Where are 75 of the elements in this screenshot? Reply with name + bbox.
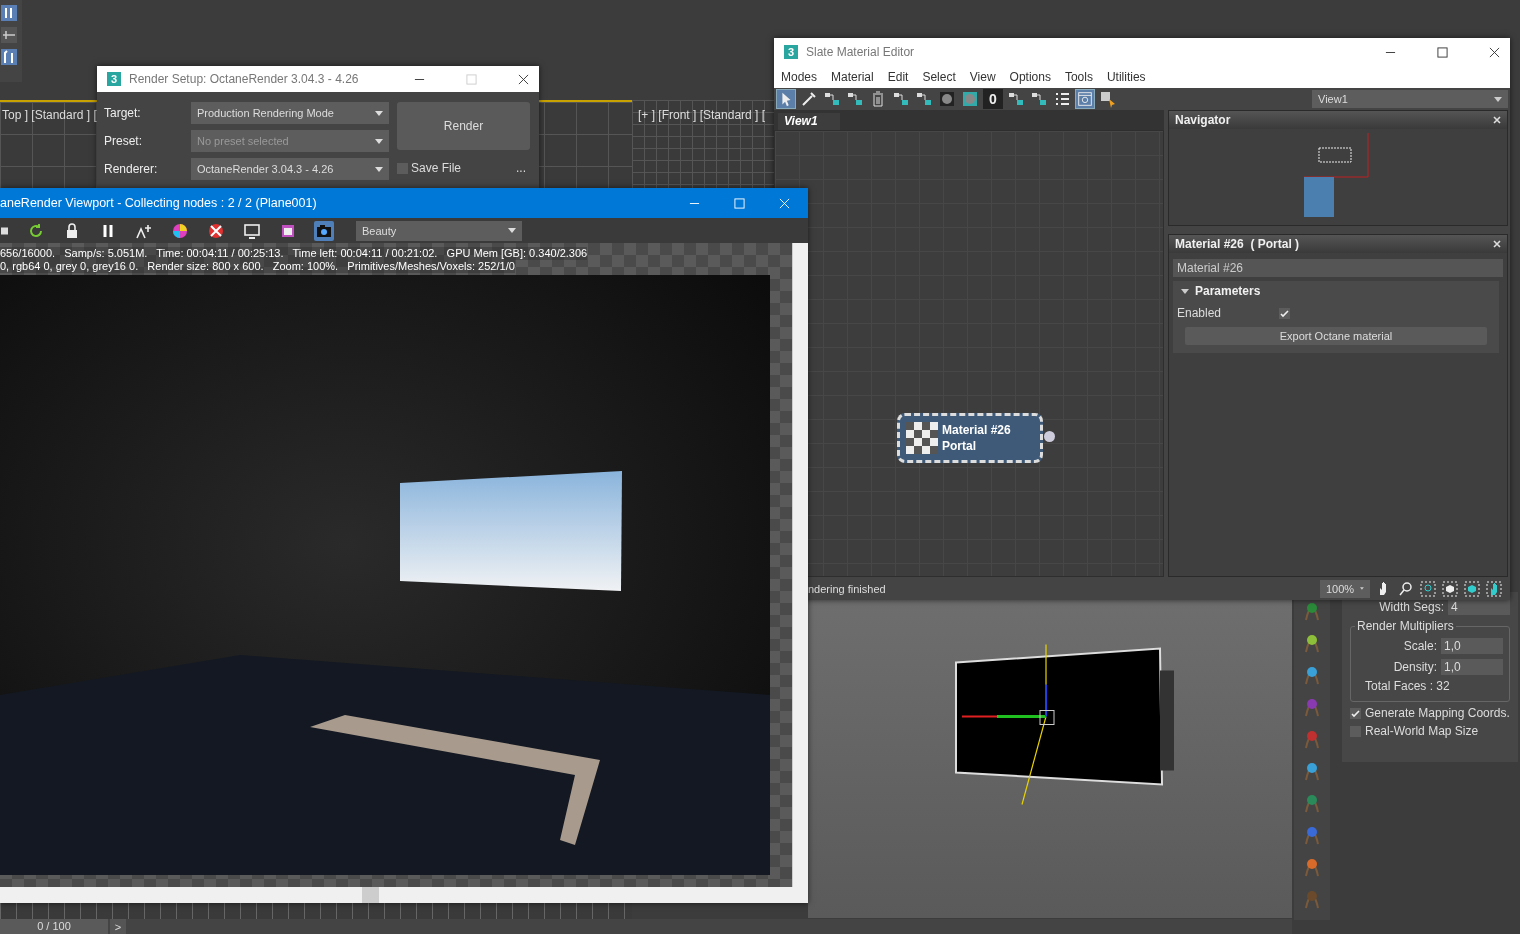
rollout-toggle-icon[interactable] bbox=[1181, 287, 1189, 295]
node-name: Material #26 bbox=[942, 422, 1011, 438]
render-button[interactable]: Render bbox=[397, 102, 530, 150]
cube-frame-icon[interactable] bbox=[1442, 580, 1458, 597]
enabled-checkbox[interactable] bbox=[1279, 307, 1291, 319]
toolbar-button[interactable]: 0 bbox=[983, 89, 1003, 109]
field-label: Renderer: bbox=[104, 162, 159, 176]
checkbox[interactable] bbox=[1350, 707, 1361, 719]
app-icon: 3 bbox=[784, 45, 798, 59]
zoom-region-icon[interactable] bbox=[1420, 580, 1436, 597]
checkbox-label: Generate Mapping Coords. bbox=[1365, 706, 1510, 720]
search-icon[interactable] bbox=[1398, 580, 1414, 597]
rollout-title[interactable]: Parameters bbox=[1195, 284, 1261, 298]
panel-title: Navigator bbox=[1175, 113, 1231, 127]
menu-item[interactable]: Select bbox=[922, 70, 963, 84]
render-stats-text: 656/16000. Samp/s: 5.051M. Time: 00:04:11 / 00:25:13. Time left: 00:04:11 / 00:21:02. GPU Mem [GB]: 0.340/2.306 bbox=[0, 247, 588, 260]
zoom-dropdown[interactable]: 100% bbox=[1320, 579, 1370, 598]
caret-icon bbox=[375, 166, 383, 172]
caret-icon bbox=[375, 138, 383, 144]
viewport-label: Top ] [Standard ] [ bbox=[2, 108, 97, 122]
caret-icon bbox=[508, 228, 516, 233]
save-file-label: Save File bbox=[411, 161, 462, 175]
close-icon[interactable] bbox=[518, 73, 529, 85]
vertical-scrollbar[interactable] bbox=[792, 243, 808, 887]
enabled-label: Enabled bbox=[1177, 306, 1222, 320]
window-title: Slate Material Editor bbox=[806, 45, 915, 59]
spinner-label: Scale: bbox=[1403, 639, 1437, 653]
group-title: Render Multipliers bbox=[1355, 619, 1456, 633]
material-name-field[interactable]: Material #26 bbox=[1173, 259, 1503, 277]
more-button[interactable]: ... bbox=[512, 161, 530, 175]
status-text: ndering finished bbox=[807, 582, 886, 595]
render-pass-dropdown[interactable]: Beauty bbox=[356, 220, 522, 241]
width-segs-label: Width Segs: bbox=[1379, 600, 1444, 614]
dropdown[interactable]: OctaneRender 3.04.3 - 4.26 bbox=[191, 158, 389, 180]
caret-icon bbox=[1494, 96, 1502, 102]
window-title: Render Setup: OctaneRender 3.04.3 - 4.26 bbox=[129, 72, 359, 86]
output-port[interactable] bbox=[1044, 431, 1055, 442]
menu-item[interactable]: Modes bbox=[781, 70, 825, 84]
window-title: aneRender Viewport - Collecting nodes : 2 / 2 (Plane001) bbox=[0, 196, 317, 210]
render-stats-text: 0, rgb64 0, grey 0, grey16 0. Render size: 800 x 600. Zoom: 100%. Primitives/Meshes/Voxels: 252/1/0 bbox=[0, 260, 515, 273]
total-faces-text: Total Faces : 32 bbox=[1364, 679, 1451, 695]
menu-item[interactable]: Edit bbox=[887, 70, 916, 84]
checker-icon[interactable] bbox=[937, 89, 957, 109]
app-icon: 3 bbox=[107, 72, 121, 86]
checker-thumbnail-icon bbox=[906, 422, 938, 454]
spinner-field[interactable]: 1,0 bbox=[1441, 638, 1503, 654]
material-node[interactable]: Material #26 Portal bbox=[897, 413, 1043, 463]
field-label: Preset: bbox=[104, 134, 143, 148]
menu-item[interactable]: Utilities bbox=[1106, 70, 1153, 84]
dropdown[interactable]: Production Rendering Mode bbox=[191, 102, 389, 124]
menu-item[interactable]: Tools bbox=[1064, 70, 1100, 84]
viewport-label: [+ ] [Front ] [Standard ] [ bbox=[638, 108, 766, 122]
caret-icon bbox=[375, 110, 383, 116]
save-file-checkbox[interactable] bbox=[397, 162, 408, 174]
checkbox-label: Real-World Map Size bbox=[1365, 724, 1479, 738]
camera-icon[interactable] bbox=[314, 220, 334, 241]
menu-item[interactable]: View bbox=[969, 70, 1003, 84]
node-type: Portal bbox=[942, 438, 977, 454]
view-tab[interactable]: View1 bbox=[778, 113, 840, 130]
spinner-field[interactable]: 1,0 bbox=[1441, 659, 1503, 675]
checker-icon[interactable] bbox=[960, 89, 980, 109]
spinner-label: Density: bbox=[1393, 660, 1437, 674]
menu-item[interactable]: Options bbox=[1009, 70, 1058, 84]
field-label: Target: bbox=[104, 106, 142, 120]
next-frame-button[interactable]: > bbox=[110, 919, 126, 934]
view-dropdown[interactable]: View1 bbox=[1312, 90, 1508, 108]
maximize-icon[interactable] bbox=[1437, 46, 1448, 58]
panel-title: Material #26 ( Portal ) bbox=[1175, 237, 1300, 251]
menu-item[interactable]: Material bbox=[831, 70, 881, 84]
export-button[interactable]: Export Octane material bbox=[1185, 327, 1487, 345]
horizontal-scrollbar[interactable] bbox=[0, 887, 808, 903]
close-icon[interactable] bbox=[1489, 46, 1500, 58]
cube-frame-icon[interactable] bbox=[1464, 580, 1480, 597]
maximize-icon bbox=[466, 73, 477, 85]
frame-counter[interactable]: 0 / 100 bbox=[0, 919, 108, 934]
